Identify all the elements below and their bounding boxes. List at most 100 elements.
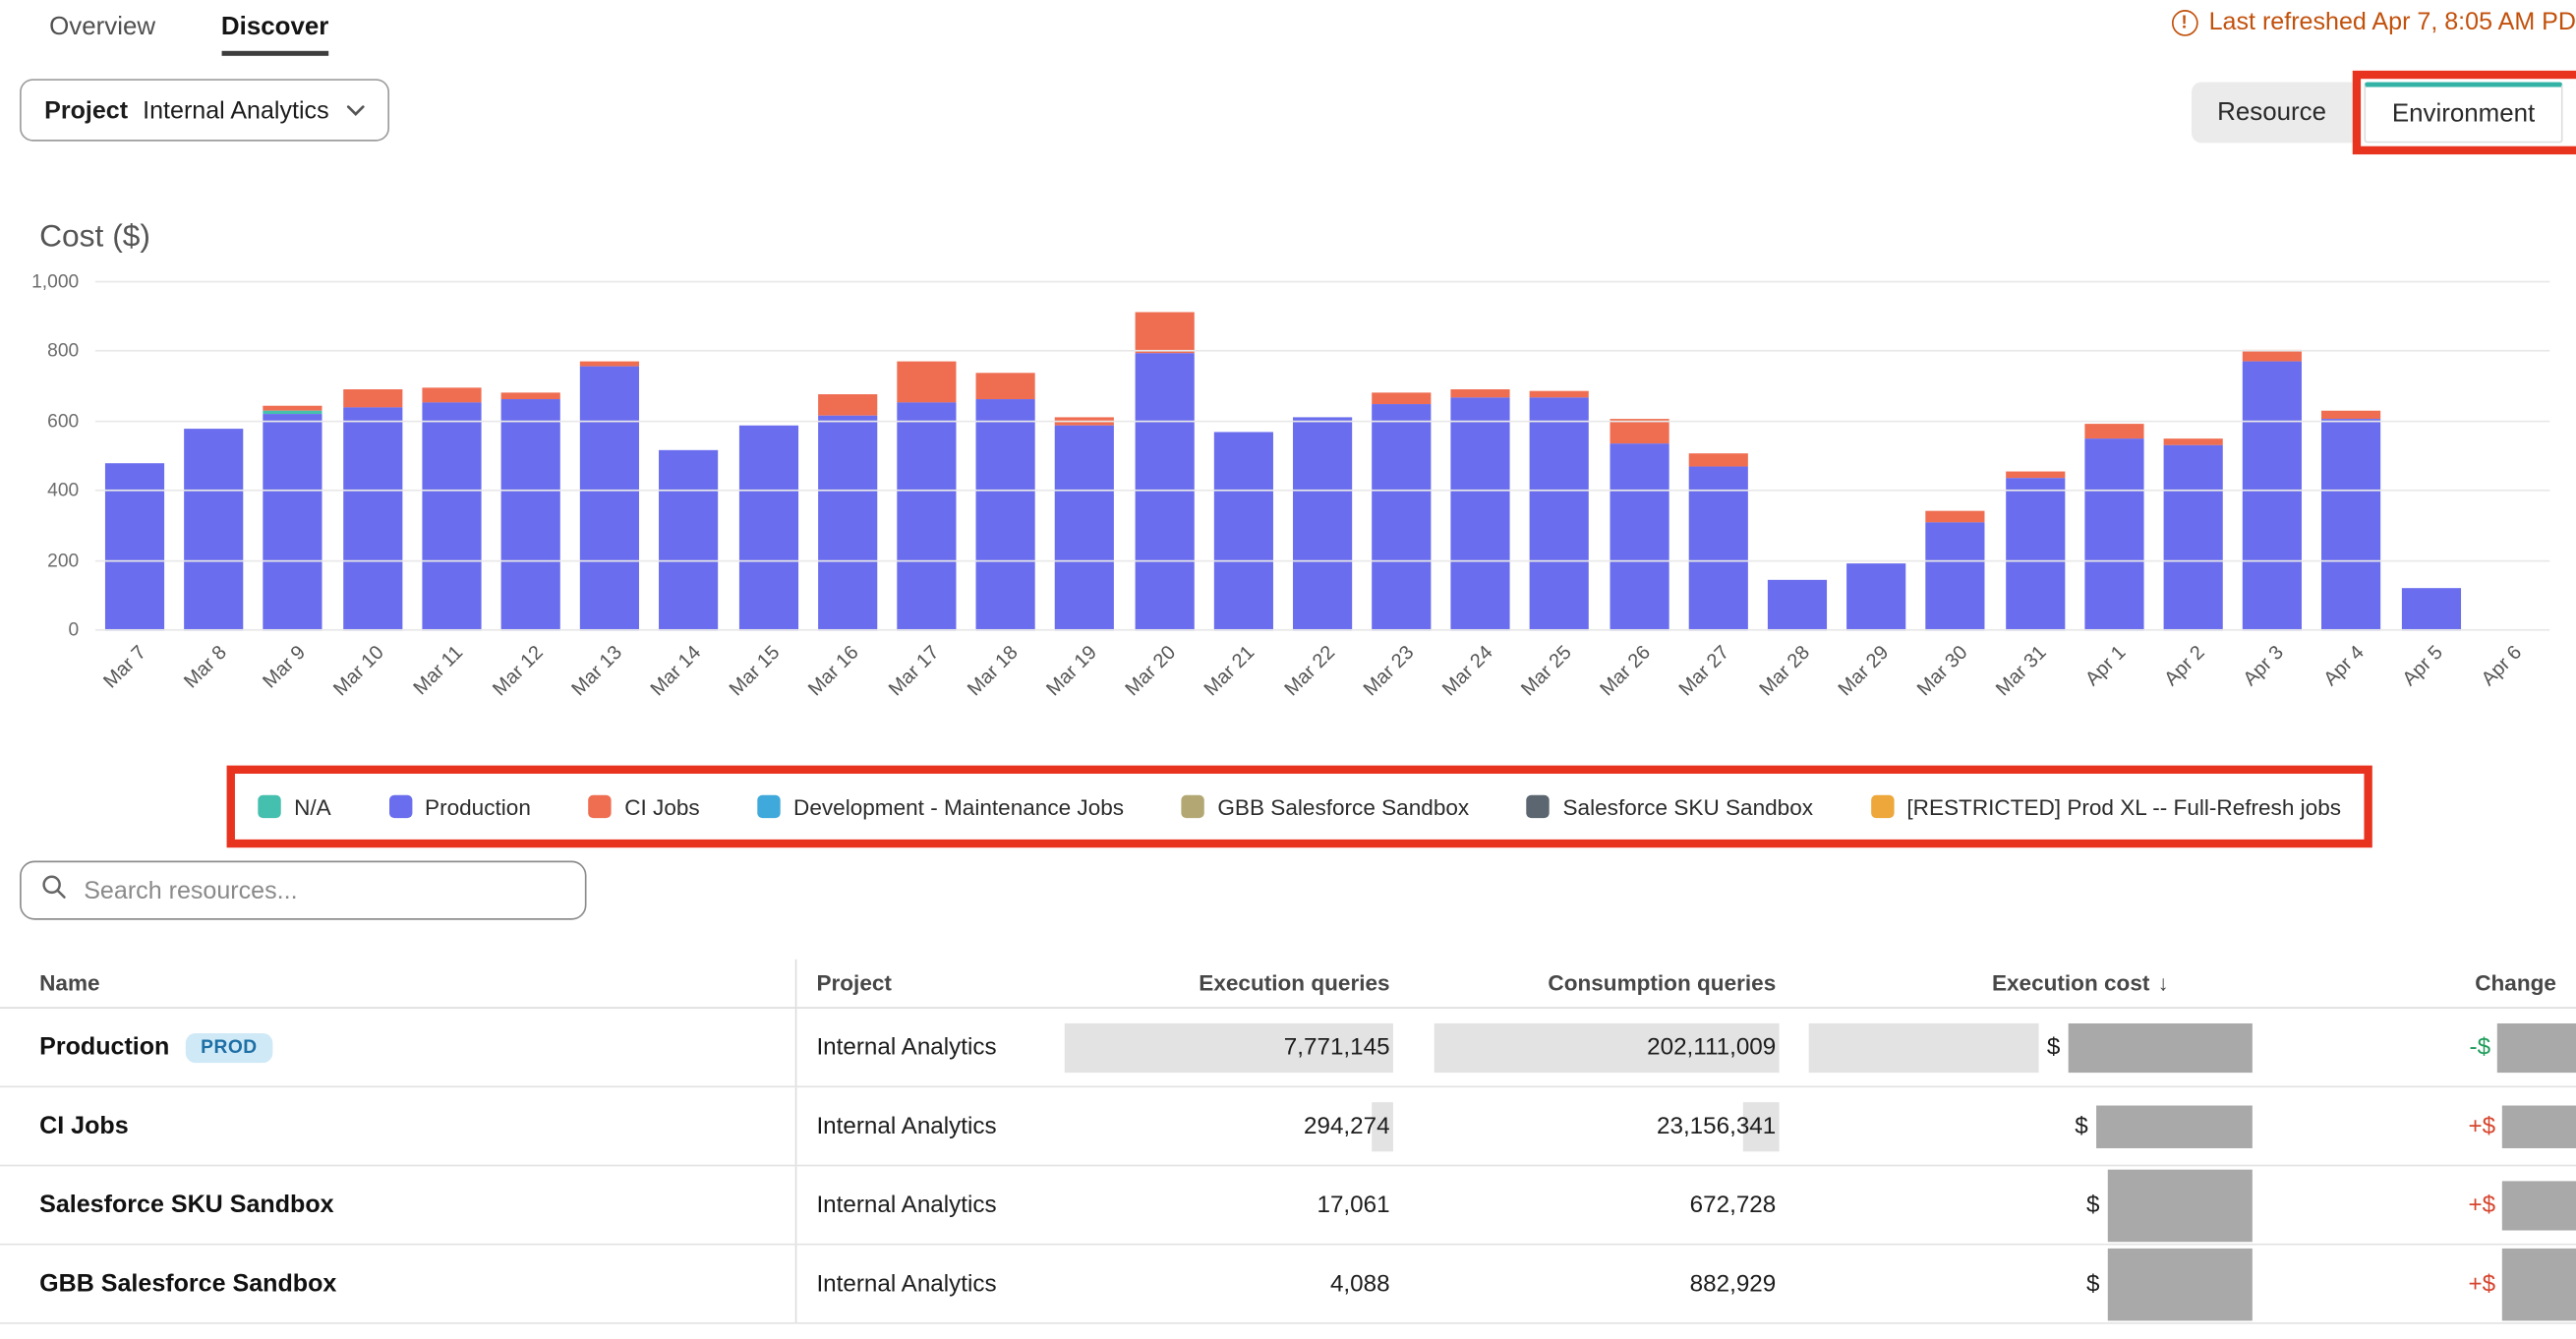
bar-segment-ci-jobs [422, 387, 481, 403]
execution-queries-cell: 7,771,145 [1068, 1009, 1396, 1086]
legend-item[interactable]: Production [388, 794, 531, 819]
bar-segment-production [1846, 563, 1905, 631]
x-axis-label: Mar 22 [1279, 641, 1339, 701]
bar-segment-ci-jobs [1610, 419, 1669, 443]
redacted-cost-value [2096, 1105, 2253, 1147]
column-header-execution-cost[interactable]: Execution cost↓ [1783, 960, 2259, 1007]
bar-segment-production [2322, 419, 2381, 631]
cost-stacked-bar-chart: Mar 7Mar 8Mar 9Mar 10Mar 11Mar 12Mar 13M… [95, 282, 2549, 630]
consumption-queries-value: 202,111,009 [1647, 1034, 1776, 1061]
project-cell: Internal Analytics [796, 1166, 1068, 1244]
legend-item[interactable]: CI Jobs [588, 794, 699, 819]
column-header-name[interactable]: Name [0, 960, 796, 1007]
bar-mar-23: Mar 23 [1372, 392, 1431, 631]
bar-mar-24: Mar 24 [1451, 388, 1510, 630]
x-axis-label: Mar 28 [1754, 641, 1814, 701]
change-sign: +$ [2468, 1192, 2495, 1218]
column-header-project[interactable]: Project [796, 960, 1068, 1007]
x-axis-label: Apr 4 [2318, 641, 2368, 690]
project-cell: Internal Analytics [796, 1246, 1068, 1323]
execution-cost-cell: $ [1783, 1166, 2259, 1244]
environment-toggle-button[interactable]: Environment [2364, 83, 2562, 144]
tab-overview[interactable]: Overview [49, 0, 155, 56]
bar-segment-production [1610, 442, 1669, 630]
bar-mar-25: Mar 25 [1530, 390, 1589, 630]
bar-mar-27: Mar 27 [1688, 453, 1747, 631]
change-cell: +$ [2259, 1087, 2576, 1165]
project-filter-dropdown[interactable]: Project Internal Analytics [20, 79, 389, 141]
resource-name-cell: Salesforce SKU Sandbox [0, 1166, 796, 1244]
execution-queries-value: 17,061 [1317, 1192, 1389, 1218]
legend-label: N/A [294, 794, 331, 819]
chart-title: Cost ($) [39, 220, 150, 257]
legend-swatch [1182, 795, 1204, 818]
consumption-queries-cell: 202,111,009 [1396, 1009, 1783, 1086]
bar-segment-production [976, 399, 1035, 631]
consumption-queries-cell: 672,728 [1396, 1166, 1783, 1244]
x-axis-label: Mar 19 [1041, 641, 1101, 701]
resource-toggle-button[interactable]: Resource [2191, 83, 2352, 144]
bar-segment-production [105, 464, 164, 631]
project-cell: Internal Analytics [796, 1009, 1068, 1086]
x-axis-label: Mar 30 [1912, 641, 1972, 701]
bar-segment-ci-jobs [818, 394, 877, 415]
table-row[interactable]: ProductionPRODInternal Analytics7,771,14… [0, 1009, 2576, 1087]
change-sign: +$ [2468, 1113, 2495, 1139]
bar-mar-13: Mar 13 [580, 361, 639, 631]
table-row[interactable]: Salesforce SKU Sandbox Internal Analytics… [0, 1166, 2576, 1245]
legend-item[interactable]: Salesforce SKU Sandbox [1527, 794, 1813, 819]
table-body: ProductionPRODInternal Analytics7,771,14… [0, 1009, 2576, 1324]
annotation-box-legend: N/A Production CI Jobs Development - Mainte… [227, 766, 2372, 848]
x-axis-label: Mar 20 [1121, 641, 1181, 701]
project-value: Internal Analytics [816, 1192, 996, 1218]
x-axis-label: Mar 21 [1200, 641, 1259, 701]
change-sign: +$ [2468, 1270, 2495, 1297]
redacted-change-value [2502, 1248, 2576, 1320]
legend-item[interactable]: N/A [258, 794, 330, 819]
legend-label: CI Jobs [624, 794, 699, 819]
bar-segment-production [2243, 361, 2302, 631]
bar-segment-ci-jobs [897, 361, 956, 403]
gridline [95, 281, 2549, 283]
change-cell: +$ [2259, 1166, 2576, 1244]
execution-queries-cell: 17,061 [1068, 1166, 1396, 1244]
x-axis-label: Mar 15 [725, 641, 785, 701]
table-row[interactable]: GBB Salesforce SandboxInternal Analytics… [0, 1246, 2576, 1324]
bar-mar-15: Mar 15 [738, 426, 797, 631]
bar-segment-ci-jobs [1372, 392, 1431, 404]
legend-item[interactable]: [RESTRICTED] Prod XL -- Full-Refresh job… [1871, 794, 2341, 819]
execution-queries-value: 7,771,145 [1284, 1034, 1390, 1061]
bar-mar-31: Mar 31 [2006, 471, 2065, 631]
warning-icon [2171, 9, 2197, 35]
legend-item[interactable]: GBB Salesforce Sandbox [1182, 794, 1470, 819]
x-axis-label: Mar 7 [99, 641, 151, 693]
last-refreshed-text: Last refreshed Apr 7, 8:05 AM PD [2209, 8, 2576, 35]
x-axis-label: Mar 9 [258, 641, 310, 693]
table-row[interactable]: CI JobsInternal Analytics294,27423,156,3… [0, 1087, 2576, 1166]
search-box [20, 861, 586, 920]
chart-bars: Mar 7Mar 8Mar 9Mar 10Mar 11Mar 12Mar 13M… [95, 282, 2549, 630]
bar-segment-production [422, 403, 481, 631]
consumption-queries-value: 23,156,341 [1657, 1113, 1776, 1139]
bar-apr-1: Apr 1 [2084, 424, 2143, 631]
execution-queries-cell: 294,274 [1068, 1087, 1396, 1165]
tab-discover[interactable]: Discover [221, 0, 328, 56]
change-cell: -$ [2259, 1009, 2576, 1086]
y-axis-tick-label: 800 [47, 342, 79, 362]
bar-apr-2: Apr 2 [2164, 439, 2223, 631]
bar-apr-4: Apr 4 [2322, 411, 2381, 630]
column-header-change[interactable]: Change [2259, 960, 2576, 1007]
y-axis-tick-label: 200 [47, 552, 79, 571]
legend-label: [RESTRICTED] Prod XL -- Full-Refresh job… [1906, 794, 2341, 819]
project-value: Internal Analytics [816, 1113, 996, 1139]
column-header-consumption-queries[interactable]: Consumption queries [1396, 960, 1783, 1007]
legend-item[interactable]: Development - Maintenance Jobs [757, 794, 1124, 819]
bar-segment-production [1768, 580, 1827, 630]
redacted-change-value [2502, 1181, 2576, 1230]
bar-mar-17: Mar 17 [897, 361, 956, 631]
column-header-execution-queries[interactable]: Execution queries [1068, 960, 1396, 1007]
legend-swatch [258, 795, 280, 818]
search-input[interactable] [84, 876, 565, 903]
bar-segment-ci-jobs [1451, 388, 1510, 397]
consumption-queries-value: 882,929 [1690, 1270, 1777, 1297]
